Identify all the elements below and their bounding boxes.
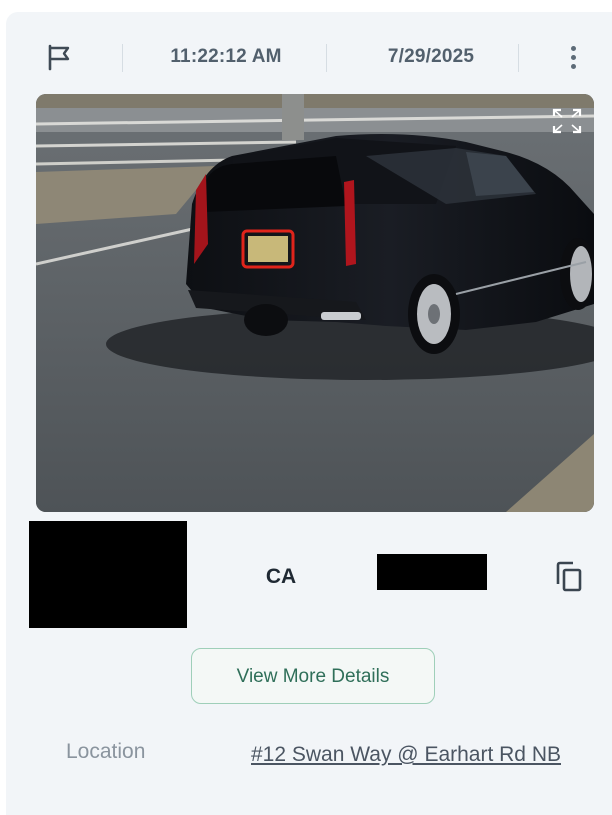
more-vertical-icon[interactable] bbox=[562, 40, 586, 74]
read-date: 7/29/2025 bbox=[387, 46, 475, 67]
header-divider bbox=[122, 44, 123, 72]
copy-icon[interactable] bbox=[554, 560, 584, 594]
flag-icon[interactable] bbox=[46, 42, 74, 72]
header-divider bbox=[518, 44, 519, 72]
card-header: 11:22:12 AM 7/29/2025 bbox=[6, 12, 612, 94]
read-time: 11:22:12 AM bbox=[170, 46, 282, 67]
fullscreen-expand-icon[interactable] bbox=[548, 104, 586, 138]
vehicle-photo[interactable] bbox=[36, 94, 594, 512]
redacted-plate-number bbox=[377, 554, 487, 590]
view-more-details-button[interactable]: View More Details bbox=[191, 648, 435, 704]
alpr-read-card: 11:22:12 AM 7/29/2025 CA View More Detai… bbox=[6, 12, 612, 815]
location-label: Location bbox=[66, 740, 146, 763]
location-link[interactable]: #12 Swan Way @ Earhart Rd NB bbox=[221, 736, 591, 774]
plate-state: CA bbox=[265, 565, 297, 588]
header-divider bbox=[326, 44, 327, 72]
redacted-plate-image bbox=[29, 521, 187, 628]
